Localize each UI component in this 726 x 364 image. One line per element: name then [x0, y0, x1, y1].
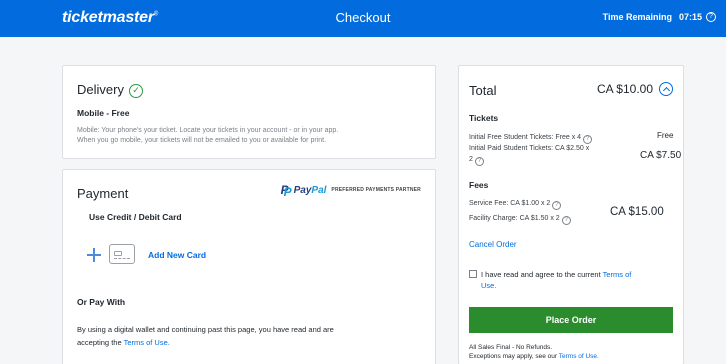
cancel-order-link[interactable]: Cancel Order — [469, 240, 517, 249]
wallet-notice: By using a digital wallet and continuing… — [77, 325, 334, 347]
total-label: Total — [469, 83, 497, 98]
header-bar: ticketmaster® Checkout Time Remaining 07… — [0, 0, 726, 37]
timer-label: Time Remaining — [602, 12, 672, 22]
check-circle-icon: ✓ — [128, 84, 143, 98]
terms-of-use-link[interactable]: Terms of Use. — [124, 338, 170, 347]
credit-card-icon[interactable] — [109, 244, 135, 264]
place-order-button[interactable]: Place Order — [469, 307, 673, 333]
final-sale-notice: All Sales Final - No Refunds. Exceptions … — [469, 344, 599, 360]
help-icon[interactable]: ? — [552, 201, 562, 210]
help-icon[interactable]: ? — [706, 12, 716, 22]
terms-checkbox[interactable] — [469, 270, 477, 278]
help-icon[interactable]: ? — [474, 157, 484, 166]
payment-title: Payment — [77, 186, 129, 201]
delivery-card: Delivery ✓ Mobile - Free Mobile: Your pho… — [62, 65, 436, 159]
free-tickets-price: Free — [657, 131, 674, 140]
timer-value: 07:15 — [678, 12, 702, 22]
agree-terms-link[interactable]: Terms of — [603, 270, 632, 279]
delivery-method: Mobile - Free — [77, 108, 130, 118]
paid-tickets-price: CA $7.50 — [640, 150, 682, 161]
paypal-wordmark: PayPal — [293, 184, 327, 196]
delivery-description-line-1: Mobile: Your phone's your ticket. Locate… — [77, 127, 339, 134]
tickets-heading: Tickets — [469, 113, 499, 123]
or-pay-with-label: Or Pay With — [77, 297, 126, 307]
fees-price: CA $15.00 — [610, 206, 664, 218]
payment-card: Payment PP PayPal PREFERRED PAYMENTS PAR… — [62, 169, 436, 364]
facility-charge-line: Facility Charge: CA $1.50 x 2 ? — [469, 213, 571, 225]
agree-terms-text: I have read and agree to the current Ter… — [481, 270, 632, 290]
paypal-partner-tag: PREFERRED PAYMENTS PARTNER — [331, 187, 421, 193]
service-fee-line: Service Fee: CA $1.00 x 2 ? — [469, 198, 562, 210]
credit-debit-label: Use Credit / Debit Card — [89, 212, 182, 222]
order-summary-card: Total CA $10.00 Tickets Initial Free Stu… — [458, 65, 684, 364]
time-remaining: Time Remaining 07:15 ? — [603, 12, 716, 22]
delivery-description-line-2: When you go mobile, your tickets will no… — [77, 137, 327, 144]
total-amount: CA $10.00 — [596, 82, 653, 96]
add-new-card-link[interactable]: Add New Card — [148, 250, 206, 260]
help-icon[interactable]: ? — [561, 216, 571, 225]
agree-terms-link-cont[interactable]: Use. — [481, 281, 496, 290]
paypal-badge: PP PayPal PREFERRED PAYMENTS PARTNER — [280, 183, 421, 199]
fees-heading: Fees — [469, 180, 489, 190]
chevron-up-icon[interactable] — [659, 82, 673, 96]
plus-icon[interactable] — [87, 248, 101, 262]
paypal-logo-icon: PP — [280, 183, 292, 199]
paid-tickets-line: Initial Paid Student Tickets: CA $2.50 x… — [469, 145, 590, 166]
delivery-title: Delivery ✓ — [77, 82, 143, 98]
final-terms-link[interactable]: Terms of Use. — [559, 353, 599, 360]
